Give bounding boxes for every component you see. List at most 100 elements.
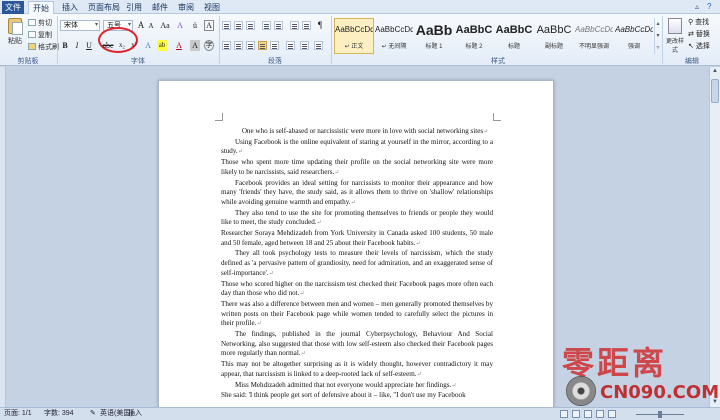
shrink-font-icon[interactable]: A — [146, 21, 156, 32]
style-subtle-emphasis[interactable]: AaBbCcDd 不明显强调 — [574, 18, 614, 54]
style-heading-1[interactable]: AaBb 标题 1 — [414, 18, 454, 54]
proofing-icon[interactable]: ✎ — [90, 408, 96, 420]
tab-insert[interactable]: 插入 — [58, 1, 82, 14]
style-name: 标题 — [507, 44, 520, 50]
chinese-layout-icon[interactable] — [290, 21, 299, 30]
style-sample: AaBbCcDd — [615, 25, 653, 34]
draft-icon[interactable] — [608, 410, 616, 418]
full-screen-reading-icon[interactable] — [572, 410, 580, 418]
clear-formatting-icon[interactable]: A — [175, 20, 185, 31]
outline-icon[interactable] — [596, 410, 604, 418]
tab-view[interactable]: 视图 — [200, 1, 224, 14]
zoom-knob[interactable] — [658, 411, 662, 418]
crop-mark — [493, 113, 501, 121]
style-sample: AaBbCcDd — [575, 25, 613, 34]
watermark-url: CN090.COM — [600, 382, 720, 403]
line-spacing-icon[interactable] — [286, 41, 295, 50]
style-sample: AaBbCcDd — [375, 25, 413, 34]
group-divider — [662, 16, 663, 64]
style-subtitle[interactable]: AaBbC 副标题 — [534, 18, 574, 54]
paragraph: This may not be altogether surprising as… — [221, 360, 493, 380]
align-left-icon[interactable] — [222, 41, 231, 50]
justify-icon[interactable] — [258, 41, 267, 50]
format-painter-button[interactable]: 格式刷 — [28, 43, 59, 53]
zoom-slider[interactable] — [630, 411, 690, 418]
find-button[interactable]: ⚲ 查找 — [688, 18, 709, 28]
scissors-icon — [28, 19, 36, 26]
style-name: 标题 2 — [465, 44, 483, 50]
underline-button[interactable]: U — [84, 40, 94, 51]
style-normal[interactable]: AaBbCcDd ↵ 正文 — [334, 18, 374, 54]
document-page[interactable]: One who is self-abased or narcissistic w… — [158, 80, 554, 410]
superscript-button[interactable]: x² — [129, 40, 139, 51]
decrease-indent-icon[interactable] — [262, 21, 271, 30]
minimize-ribbon-icon[interactable]: ▵ — [695, 2, 699, 11]
character-border-icon[interactable]: A — [204, 20, 214, 31]
change-case-icon[interactable]: Aa — [160, 20, 170, 31]
bold-button[interactable]: B — [60, 40, 70, 51]
font-color-icon[interactable]: A — [174, 40, 184, 51]
italic-button[interactable]: I — [72, 40, 82, 51]
distributed-icon[interactable] — [270, 41, 279, 50]
style-title[interactable]: AaBbC 标题 — [494, 18, 534, 54]
menu-bar: 文件 开始 插入 页面布局 引用 邮件 审阅 视图 ▵ ? — [0, 0, 720, 14]
paragraph-group-label: 段落 — [268, 58, 282, 65]
character-shading-icon[interactable]: A — [190, 40, 200, 51]
paste-button[interactable]: 粘贴 — [4, 17, 26, 53]
style-name: 不明显强调 — [578, 44, 609, 50]
multilevel-list-icon[interactable] — [246, 21, 255, 30]
document-body[interactable]: One who is self-abased or narcissistic w… — [221, 127, 493, 401]
replace-label: 替换 — [695, 31, 710, 38]
tab-page-layout[interactable]: 页面布局 — [84, 1, 124, 14]
subscript-button[interactable]: x₂ — [117, 40, 127, 51]
page-count[interactable]: 页面: 1/1 — [4, 408, 32, 420]
highlight-icon[interactable]: ab — [157, 40, 167, 51]
enclose-characters-icon[interactable]: 字 — [204, 40, 214, 51]
status-bar: 页面: 1/1 字数: 394 ✎ 英语(美国) 插入 — [0, 407, 720, 420]
cut-button[interactable]: 剪切 — [28, 19, 52, 29]
font-name-select[interactable]: 宋体 ▾ — [60, 20, 100, 31]
copy-button[interactable]: 复制 — [28, 31, 52, 41]
shading-icon[interactable] — [300, 41, 309, 50]
paragraph: They also tend to use the site for promo… — [221, 209, 493, 229]
style-name: ↵ 无间隔 — [381, 44, 407, 50]
crop-mark — [215, 113, 223, 121]
tab-review[interactable]: 审阅 — [174, 1, 198, 14]
phonetic-guide-icon[interactable]: ü — [190, 20, 200, 31]
help-icon[interactable]: ? — [707, 2, 711, 11]
tab-home[interactable]: 开始 — [28, 1, 54, 14]
align-center-icon[interactable] — [234, 41, 243, 50]
bullets-icon[interactable] — [222, 21, 231, 30]
sort-icon[interactable] — [302, 21, 311, 30]
editing-group-label: 编辑 — [685, 58, 699, 65]
replace-button[interactable]: ⇄ 替换 — [688, 30, 710, 40]
tab-references[interactable]: 引用 — [122, 1, 146, 14]
web-layout-icon[interactable] — [584, 410, 592, 418]
style-no-spacing[interactable]: AaBbCcDd ↵ 无间隔 — [374, 18, 414, 54]
style-emphasis[interactable]: AaBbCcDd 强调 — [614, 18, 654, 54]
strikethrough-button[interactable]: abc — [101, 40, 115, 51]
format-painter-label: 格式刷 — [38, 44, 59, 51]
group-divider — [331, 16, 332, 64]
show-marks-icon[interactable]: ¶ — [315, 20, 325, 31]
font-group-label: 字体 — [131, 58, 145, 65]
scroll-up-icon[interactable]: ▲ — [710, 67, 720, 76]
paragraph: They all took psychology tests to measur… — [221, 249, 493, 279]
print-layout-icon[interactable] — [560, 410, 568, 418]
increase-indent-icon[interactable] — [274, 21, 283, 30]
tab-file[interactable]: 文件 — [2, 1, 24, 14]
word-count[interactable]: 字数: 394 — [44, 408, 74, 420]
grow-font-icon[interactable]: A — [136, 20, 146, 31]
style-heading-2[interactable]: AaBbC 标题 2 — [454, 18, 494, 54]
tab-mailings[interactable]: 邮件 — [148, 1, 172, 14]
scroll-thumb[interactable] — [711, 79, 719, 103]
styles-gallery-scroll[interactable]: ▴ ▾ ▿ — [654, 18, 661, 54]
select-button[interactable]: ↖ 选择 — [688, 42, 710, 52]
insert-mode[interactable]: 插入 — [128, 408, 142, 420]
numbering-icon[interactable] — [234, 21, 243, 30]
paragraph: Those who spent more time updating their… — [221, 158, 493, 178]
text-effects-icon[interactable]: A — [143, 40, 153, 51]
borders-icon[interactable] — [314, 41, 323, 50]
change-styles-button[interactable]: 更改样式 — [664, 18, 686, 54]
align-right-icon[interactable] — [246, 41, 255, 50]
